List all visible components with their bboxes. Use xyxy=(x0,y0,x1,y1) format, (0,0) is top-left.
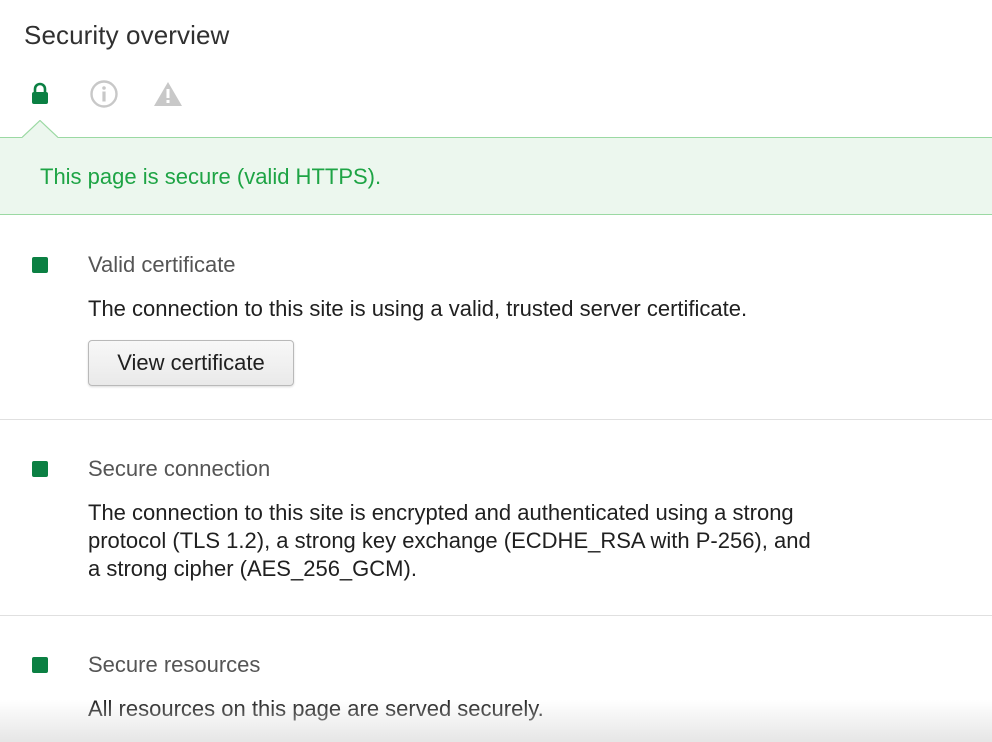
status-indicator xyxy=(32,257,48,273)
section-description: The connection to this site is using a v… xyxy=(88,296,748,321)
tab-pointer xyxy=(22,120,58,138)
divider xyxy=(0,615,992,616)
description-line: protocol (TLS 1.2), a strong key exchang… xyxy=(88,528,811,553)
section-heading: Valid certificate xyxy=(88,252,236,277)
section-heading: Secure resources xyxy=(88,652,261,677)
description-line: The connection to this site is encrypted… xyxy=(88,500,794,525)
section-description: The connection to this site is encrypted… xyxy=(88,499,888,583)
section-description: All resources on this page are served se… xyxy=(88,696,544,721)
warning-icon[interactable] xyxy=(152,78,184,110)
security-tabs xyxy=(0,78,992,110)
view-certificate-button[interactable]: View certificate xyxy=(88,340,294,386)
security-summary-text: This page is secure (valid HTTPS). xyxy=(40,164,382,189)
info-icon[interactable] xyxy=(88,78,120,110)
security-summary-banner: This page is secure (valid HTTPS). xyxy=(0,137,992,215)
status-indicator xyxy=(32,461,48,477)
divider xyxy=(0,419,992,420)
status-indicator xyxy=(32,657,48,673)
section-heading: Secure connection xyxy=(88,456,271,481)
page-title: Security overview xyxy=(24,20,230,50)
lock-icon[interactable] xyxy=(24,78,56,110)
description-line: a strong cipher (AES_256_GCM). xyxy=(88,556,417,581)
